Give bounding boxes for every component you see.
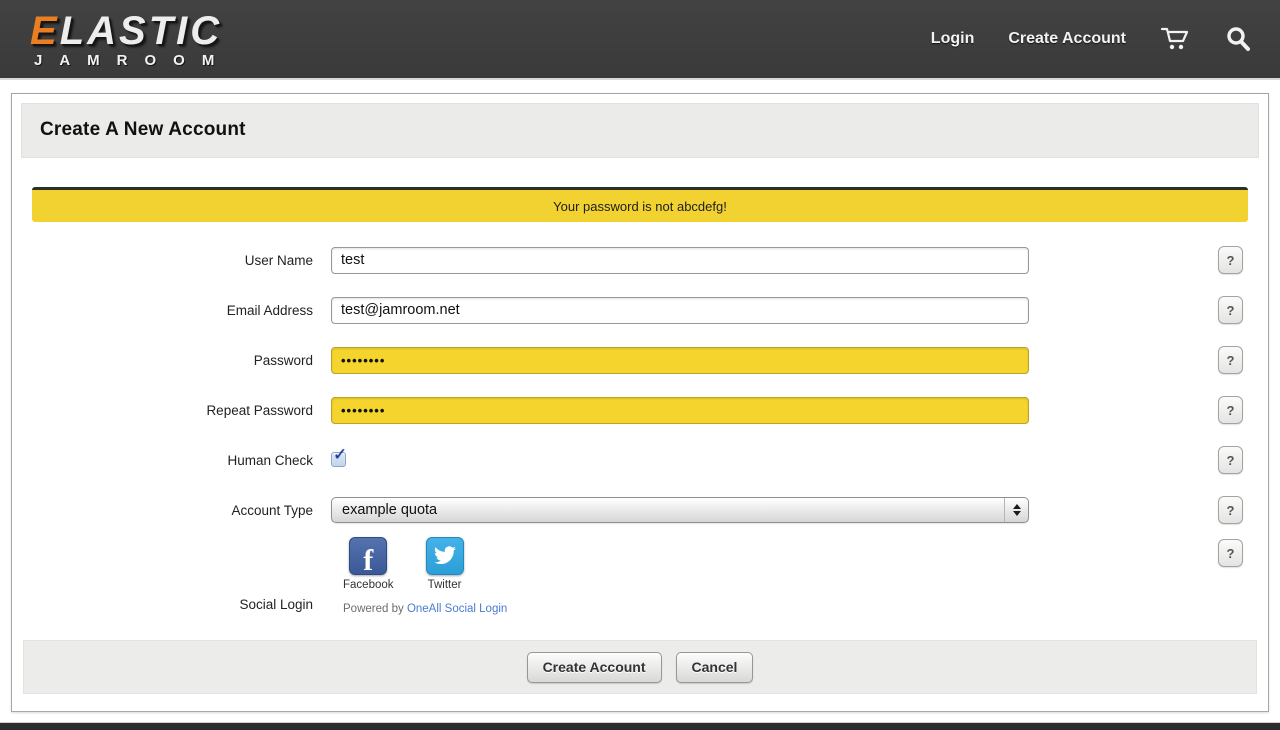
create-account-button[interactable]: Create Account (526, 651, 662, 683)
social-providers: f Facebook Twitter (331, 535, 464, 591)
arrow-up-icon (1012, 504, 1021, 509)
search-icon[interactable] (1224, 25, 1252, 53)
password-help-button[interactable]: ? (1218, 346, 1243, 374)
repeat-password-label: Repeat Password (206, 402, 313, 418)
form-row-account-type: Account Type example quota ? (21, 485, 1259, 535)
human-check-help-button[interactable]: ? (1218, 446, 1243, 474)
create-account-form: User Name ? Email Address ? Password ? R… (21, 235, 1259, 631)
username-help-button[interactable]: ? (1218, 246, 1243, 274)
form-row-password: Password ? (21, 335, 1259, 385)
powered-by-line: Powered by OneAll Social Login (331, 603, 507, 615)
facebook-glyph: f (363, 543, 374, 577)
email-label: Email Address (226, 302, 313, 318)
twitter-login-button[interactable]: Twitter (425, 537, 464, 591)
form-footer-bar: Create Account Cancel (23, 640, 1257, 694)
account-type-select[interactable]: example quota (331, 497, 1029, 523)
twitter-bird-icon (433, 546, 456, 565)
facebook-icon: f (349, 537, 388, 577)
human-check-checkbox[interactable]: ✓ (331, 445, 347, 468)
site-logo[interactable]: ELASTIC JAMROOM (30, 11, 231, 68)
human-check-label: Human Check (227, 452, 313, 468)
facebook-label: Facebook (343, 579, 394, 591)
email-help-button[interactable]: ? (1218, 296, 1243, 324)
logo-rest: LASTIC (59, 8, 223, 53)
logo-accent-letter: E (30, 8, 60, 53)
form-row-social-login: Social Login f Facebook Twitter Powered … (21, 535, 1259, 631)
arrow-down-icon (1012, 511, 1021, 516)
header-nav: Login Create Account (931, 25, 1252, 53)
repeat-password-help-button[interactable]: ? (1218, 396, 1243, 424)
facebook-login-button[interactable]: f Facebook (343, 537, 394, 591)
powered-by-text: Powered by (343, 603, 404, 615)
account-type-help-button[interactable]: ? (1218, 496, 1243, 524)
account-type-label: Account Type (231, 502, 313, 518)
logo-wordmark: ELASTIC (30, 11, 231, 51)
cart-icon[interactable] (1160, 26, 1190, 52)
page-titlebar: Create A New Account (21, 103, 1259, 158)
social-login-label: Social Login (239, 597, 313, 612)
twitter-icon (425, 537, 464, 575)
main-container: Create A New Account Your password is no… (11, 93, 1269, 712)
bottom-footer-strip (0, 722, 1280, 730)
checkmark-icon: ✓ (333, 445, 348, 464)
username-label: User Name (244, 252, 313, 268)
password-label: Password (253, 352, 313, 368)
select-stepper-icon (1004, 498, 1028, 522)
email-input[interactable] (331, 296, 1029, 324)
account-type-selected-value: example quota (342, 502, 438, 518)
form-row-human-check: Human Check ✓ ? (21, 435, 1259, 485)
alert-banner: Your password is not abcdefg! (32, 187, 1248, 222)
repeat-password-input[interactable] (331, 396, 1029, 424)
oneall-link[interactable]: OneAll Social Login (407, 603, 507, 615)
social-login-help-button[interactable]: ? (1218, 539, 1243, 567)
twitter-label: Twitter (427, 579, 462, 591)
form-row-repeat-password: Repeat Password ? (21, 385, 1259, 435)
username-input[interactable] (331, 246, 1029, 274)
nav-create-account-link[interactable]: Create Account (1008, 30, 1126, 48)
password-input[interactable] (331, 346, 1029, 374)
alert-message: Your password is not abcdefg! (553, 198, 727, 214)
nav-login-link[interactable]: Login (931, 30, 975, 48)
cancel-button[interactable]: Cancel (675, 651, 754, 683)
form-row-email: Email Address ? (21, 285, 1259, 335)
form-row-username: User Name ? (21, 235, 1259, 285)
page-title: Create A New Account (40, 119, 246, 140)
logo-subtitle: JAMROOM (34, 51, 232, 69)
site-header: ELASTIC JAMROOM Login Create Account (0, 0, 1280, 80)
